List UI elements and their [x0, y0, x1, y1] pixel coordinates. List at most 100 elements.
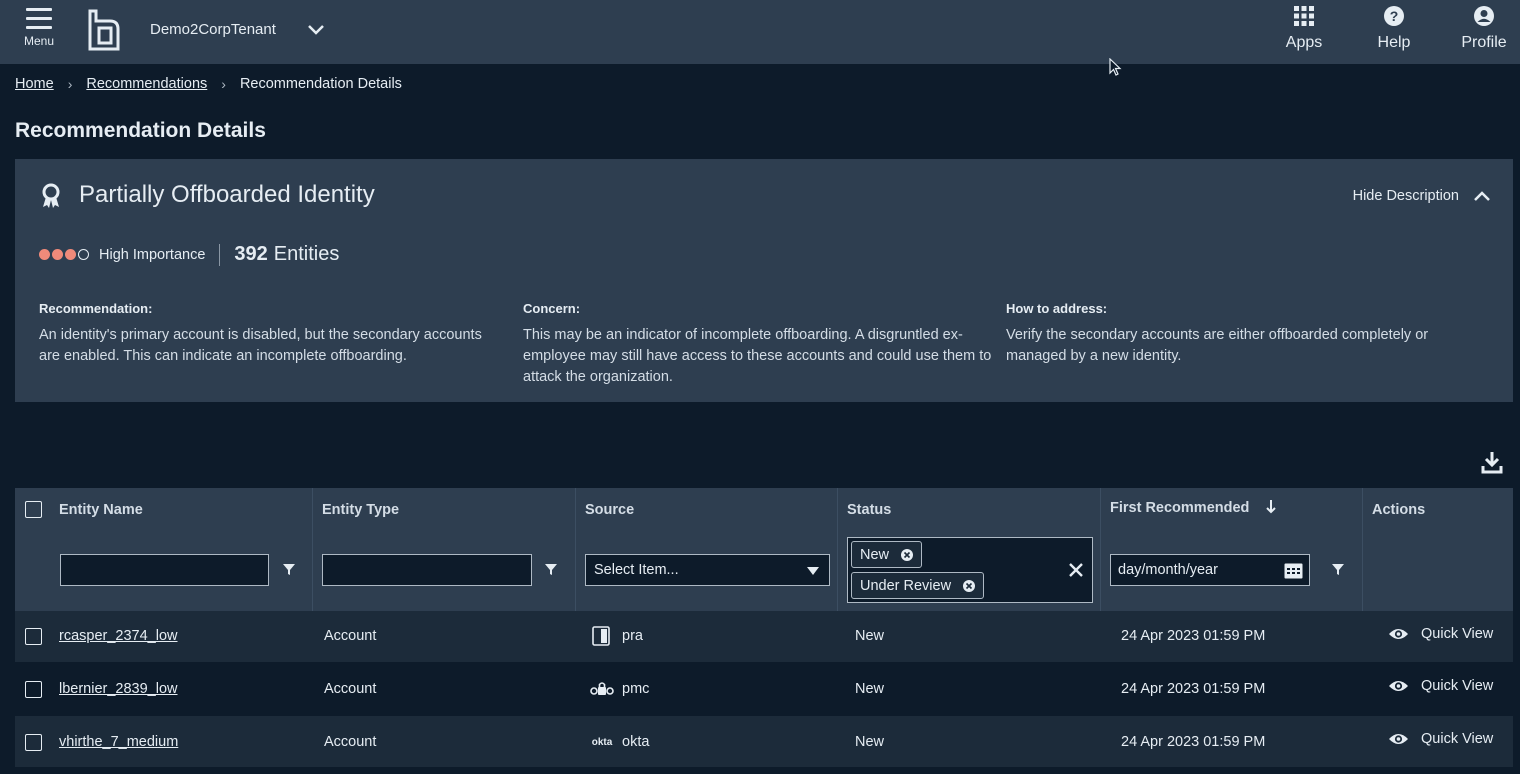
sort-descending-icon[interactable]: [1265, 499, 1277, 514]
column-header-status[interactable]: Status: [847, 502, 891, 518]
chevron-right-icon: ›: [67, 76, 73, 92]
remove-chip-icon[interactable]: [901, 548, 914, 561]
entity-type: Account: [324, 681, 377, 697]
importance-indicator: High Importance 392 Entities: [39, 243, 339, 266]
tenant-name[interactable]: Demo2CorpTenant: [150, 21, 276, 38]
entities-table: Entity Name Entity Type Source Select It…: [15, 488, 1513, 774]
first-recommended-label: First Recommended: [1110, 500, 1250, 516]
caret-down-icon: [807, 567, 819, 575]
download-icon[interactable]: [1481, 450, 1503, 474]
breadcrumb: Home › Recommendations › Recommendation …: [15, 76, 402, 92]
first-recommended-date: 24 Apr 2023 01:59 PM: [1121, 681, 1266, 697]
apps-label: Apps: [1285, 34, 1323, 51]
status-filter-multiselect[interactable]: New Under Review: [847, 537, 1093, 603]
apps-grid-icon: [1294, 6, 1314, 26]
source-name: pmc: [622, 681, 650, 697]
date-filter-input[interactable]: day/month/year: [1110, 554, 1310, 586]
entity-name-link[interactable]: rcasper_2374_low: [59, 628, 178, 644]
column-actions: Actions: [1363, 488, 1513, 611]
page-title: Recommendation Details: [15, 119, 266, 142]
profile-button[interactable]: Profile: [1457, 4, 1511, 52]
remove-chip-icon[interactable]: [963, 579, 976, 592]
award-ribbon-icon: [42, 183, 60, 208]
column-header-first-recommended[interactable]: First Recommended: [1110, 499, 1277, 516]
table-row: vhirthe_7_medium Account okta okta New 2…: [15, 716, 1513, 767]
filter-icon[interactable]: [544, 562, 558, 576]
importance-dot-filled: [52, 249, 63, 260]
concern-heading: Concern:: [523, 301, 581, 316]
hide-description-toggle[interactable]: Hide Description: [1353, 188, 1491, 204]
menu-label: Menu: [23, 34, 55, 48]
status-chip-new[interactable]: New: [851, 541, 923, 568]
source-select[interactable]: Select Item...: [585, 554, 830, 586]
entity-name-link[interactable]: vhirthe_7_medium: [59, 734, 178, 750]
recommendation-heading: Recommendation:: [39, 301, 153, 316]
eye-icon: [1389, 629, 1408, 639]
svg-text:?: ?: [1390, 8, 1399, 24]
row-checkbox[interactable]: [25, 681, 42, 698]
clear-all-icon[interactable]: [1068, 562, 1084, 578]
row-checkbox[interactable]: [25, 628, 42, 645]
table-row: rcasper_2374_low Account pra New 24 Apr …: [15, 611, 1513, 662]
how-to-address-heading: How to address:: [1006, 301, 1108, 316]
column-header-source[interactable]: Source: [585, 502, 634, 518]
quick-view-button[interactable]: Quick View: [1388, 731, 1493, 747]
eye-icon: [1389, 734, 1408, 744]
how-to-address-section: How to address: Verify the secondary acc…: [1006, 301, 1486, 367]
entity-type-filter-input[interactable]: [322, 554, 532, 586]
entity-name-link[interactable]: lbernier_2839_low: [59, 681, 178, 697]
quick-view-button[interactable]: Quick View: [1388, 626, 1493, 642]
column-source: Source Select Item...: [576, 488, 838, 611]
recommendation-text: An identity's primary account is disable…: [39, 327, 482, 364]
column-header-entity-type[interactable]: Entity Type: [322, 502, 399, 518]
pmc-icon: [590, 679, 614, 699]
importance-dots: [39, 249, 91, 260]
apps-button[interactable]: Apps: [1284, 4, 1324, 52]
first-recommended-date: 24 Apr 2023 01:59 PM: [1121, 628, 1266, 644]
concern-section: Concern: This may be an indicator of inc…: [523, 301, 993, 388]
calendar-icon[interactable]: [1284, 562, 1303, 579]
status-chip-label: Under Review: [860, 577, 952, 594]
quick-view-label: Quick View: [1421, 731, 1494, 747]
source-name: okta: [622, 734, 650, 750]
help-button[interactable]: ? Help: [1373, 4, 1415, 52]
status-value: New: [855, 681, 885, 697]
breadcrumb-current: Recommendation Details: [239, 76, 402, 92]
menu-button[interactable]: Menu: [18, 6, 60, 56]
filter-icon[interactable]: [282, 562, 296, 576]
entity-type: Account: [324, 734, 377, 750]
breadcrumb-home-link[interactable]: Home: [15, 76, 54, 92]
importance-dot-filled: [65, 249, 76, 260]
entities-label: Entities: [273, 243, 340, 265]
eye-icon: [1389, 681, 1408, 691]
profile-label: Profile: [1461, 34, 1507, 51]
first-recommended-date: 24 Apr 2023 01:59 PM: [1121, 734, 1266, 750]
top-navigation-bar: Menu Demo2CorpTenant Apps ? Help Profile: [0, 0, 1520, 64]
table-row: lbernier_2839_low Account pmc New 24 Apr…: [15, 663, 1513, 714]
chevron-up-icon: [1474, 191, 1490, 201]
filter-icon[interactable]: [1331, 562, 1345, 576]
chevron-down-icon[interactable]: [306, 22, 326, 38]
hamburger-icon: [26, 8, 52, 29]
column-entity-type: Entity Type: [313, 488, 576, 611]
breadcrumb-recommendations-link[interactable]: Recommendations: [86, 76, 207, 92]
entities-count: 392: [234, 243, 268, 265]
profile-icon: [1474, 6, 1494, 26]
status-value: New: [855, 734, 885, 750]
column-header-entity-name[interactable]: Entity Name: [59, 502, 143, 518]
pra-icon: [591, 626, 611, 646]
hide-description-label: Hide Description: [1352, 188, 1459, 204]
quick-view-label: Quick View: [1421, 626, 1494, 642]
importance-label: High Importance: [99, 246, 206, 263]
chevron-right-icon: ›: [221, 76, 226, 92]
row-checkbox[interactable]: [25, 734, 42, 751]
select-all-checkbox[interactable]: [25, 501, 42, 518]
column-first-recommended: First Recommended day/month/year: [1101, 488, 1363, 611]
recommendation-description-panel: Partially Offboarded Identity Hide Descr…: [15, 159, 1513, 402]
quick-view-label: Quick View: [1421, 678, 1494, 694]
entity-name-filter-input[interactable]: [60, 554, 269, 586]
date-filter-placeholder: day/month/year: [1118, 562, 1218, 578]
mouse-cursor-icon: [1109, 58, 1122, 76]
status-chip-under-review[interactable]: Under Review: [851, 572, 985, 599]
quick-view-button[interactable]: Quick View: [1388, 678, 1493, 694]
